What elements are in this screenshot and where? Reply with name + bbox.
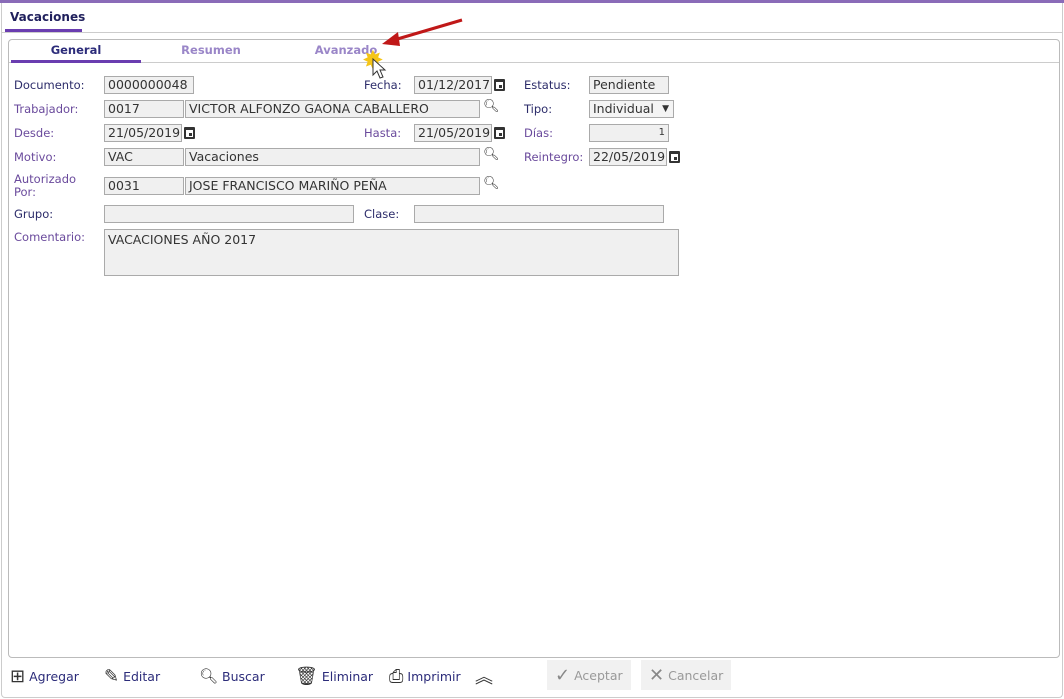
check-icon: ✓: [555, 664, 571, 686]
imprimir-label: Imprimir: [407, 668, 461, 684]
search-icon[interactable]: 🔍︎: [483, 176, 500, 191]
tipo-select[interactable]: Individual ▼: [589, 100, 674, 118]
imprimir-button[interactable]: ⎙ Imprimir: [389, 663, 461, 689]
motivo-code-field[interactable]: VAC: [104, 148, 184, 166]
comentario-textarea[interactable]: VACACIONES AÑO 2017: [104, 229, 679, 276]
hasta-field[interactable]: 21/05/2019: [414, 124, 492, 142]
chevron-double-up-icon: ︽: [475, 667, 493, 688]
subtab-bar: General Resumen Avanzado: [9, 40, 1059, 63]
agregar-button[interactable]: ⊞ Agregar: [10, 663, 79, 689]
editar-label: Editar: [123, 668, 161, 684]
dias-label: Días:: [524, 126, 553, 140]
collapse-button[interactable]: ︽: [475, 663, 493, 689]
clase-label: Clase:: [364, 207, 400, 221]
trabajador-code-field[interactable]: 0017: [104, 100, 184, 118]
motivo-label: Motivo:: [14, 150, 57, 164]
documento-field[interactable]: 0000000048: [104, 76, 194, 94]
eliminar-label: Eliminar: [321, 668, 374, 684]
trash-icon: 🗑︎: [295, 665, 318, 687]
motivo-name-field[interactable]: Vacaciones: [185, 148, 480, 166]
grupo-label: Grupo:: [14, 207, 54, 221]
estatus-label: Estatus:: [524, 78, 571, 92]
eliminar-button[interactable]: 🗑︎ Eliminar: [295, 663, 373, 689]
aceptar-label: Aceptar: [574, 667, 623, 683]
autorizado-name-field[interactable]: JOSE FRANCISCO MARIÑO PEÑA: [185, 177, 480, 195]
mouse-cursor-icon: [372, 58, 387, 79]
calendar-icon[interactable]: [669, 151, 680, 163]
close-icon: ✕: [649, 664, 665, 686]
documento-label: Documento:: [14, 78, 85, 92]
reintegro-label: Reintegro:: [524, 150, 584, 164]
cancelar-label: Cancelar: [668, 667, 724, 683]
comentario-label: Comentario:: [14, 230, 86, 244]
calendar-icon[interactable]: [494, 127, 505, 139]
cancelar-button[interactable]: ✕ Cancelar: [641, 660, 732, 690]
printer-icon: ⎙: [389, 665, 404, 687]
search-document-icon: 🔍︎: [199, 667, 219, 685]
divider: [1, 32, 1063, 33]
buscar-label: Buscar: [222, 668, 265, 684]
annotation-arrow-icon: [382, 18, 463, 46]
hasta-label: Hasta:: [364, 126, 402, 140]
estatus-field[interactable]: Pendiente: [589, 76, 669, 94]
editar-button[interactable]: ✎ Editar: [104, 663, 160, 689]
tipo-label: Tipo:: [524, 102, 553, 116]
tab-general[interactable]: General: [11, 43, 141, 63]
tipo-value: Individual: [593, 101, 654, 116]
reintegro-field[interactable]: 22/05/2019: [589, 148, 667, 166]
desde-field[interactable]: 21/05/2019: [104, 124, 182, 142]
dias-field[interactable]: 1: [589, 124, 669, 142]
grupo-field[interactable]: [104, 205, 354, 223]
search-icon[interactable]: 🔍︎: [483, 99, 500, 114]
aceptar-button[interactable]: ✓ Aceptar: [547, 660, 631, 690]
agregar-label: Agregar: [29, 668, 79, 684]
tab-resumen[interactable]: Resumen: [146, 43, 276, 63]
fecha-field[interactable]: 01/12/2017: [414, 76, 492, 94]
edit-icon: ✎: [104, 665, 120, 687]
autorizado-code-field[interactable]: 0031: [104, 177, 184, 195]
add-document-icon: ⊞: [10, 665, 26, 687]
dropdown-arrow-icon: ▼: [662, 104, 669, 114]
search-icon[interactable]: 🔍︎: [483, 147, 500, 162]
trabajador-label: Trabajador:: [14, 102, 79, 116]
calendar-icon[interactable]: [184, 127, 195, 139]
autorizado-label: Autorizado Por:: [14, 172, 77, 199]
clase-field[interactable]: [414, 205, 664, 223]
trabajador-name-field[interactable]: VICTOR ALFONZO GAONA CABALLERO: [185, 100, 480, 118]
calendar-icon[interactable]: [494, 79, 505, 91]
buscar-button[interactable]: 🔍︎ Buscar: [199, 663, 265, 689]
tab-vacaciones[interactable]: Vacaciones: [5, 10, 85, 32]
fecha-label: Fecha:: [364, 78, 402, 92]
desde-label: Desde:: [14, 126, 55, 140]
